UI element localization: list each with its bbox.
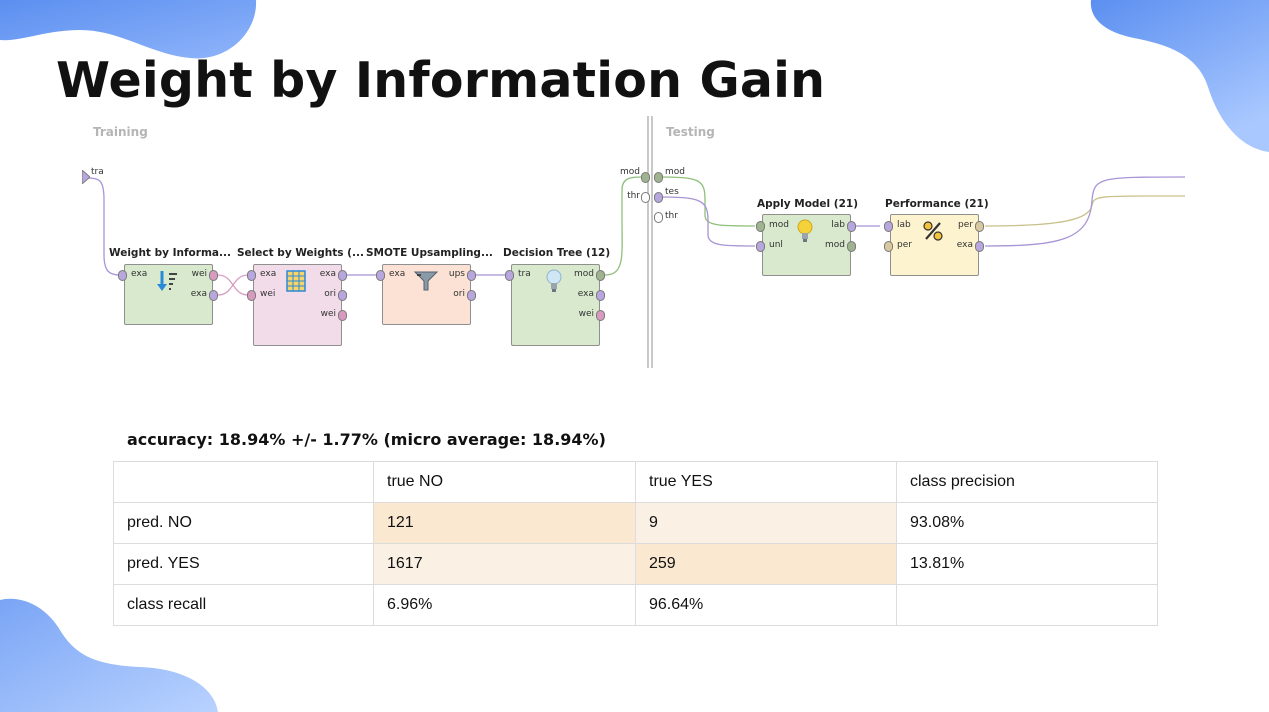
port-label: exa [190, 289, 207, 299]
port-label: lab [831, 220, 845, 230]
process-output-thr-label: thr [627, 191, 640, 201]
output-port-wei[interactable] [596, 310, 605, 321]
port-label: exa [577, 289, 594, 299]
confusion-matrix-table: true NO true YES class precision pred. N… [113, 461, 1158, 626]
port-label: exa [389, 269, 406, 279]
process-input-port-tra[interactable] [82, 170, 90, 184]
table-cell: 259 [635, 543, 897, 585]
header-cell-class-precision: class precision [896, 461, 1158, 503]
operator-title: Apply Model (21) [757, 198, 859, 210]
output-port-lab[interactable] [847, 221, 856, 232]
input-port-unl[interactable] [756, 241, 765, 252]
port-label: ori [324, 289, 336, 299]
output-port-exa[interactable] [596, 290, 605, 301]
port-label: mod [825, 240, 845, 250]
output-port-wei[interactable] [338, 310, 347, 321]
output-port-exa[interactable] [209, 290, 218, 301]
lightbulb-icon [546, 269, 562, 292]
output-port-ori[interactable] [467, 290, 476, 301]
output-port-per[interactable] [975, 221, 984, 232]
table-cell: 13.81% [896, 543, 1158, 585]
port-label: tra [518, 269, 531, 279]
input-port-exa[interactable] [118, 270, 127, 281]
input-port-exa[interactable] [247, 270, 256, 281]
port-label: unl [769, 240, 783, 250]
process-output-mod-label: mod [620, 167, 640, 177]
table-row: pred. NO 121 9 93.08% [113, 502, 1158, 544]
source-thr-label: thr [665, 211, 678, 221]
input-port-lab[interactable] [884, 221, 893, 232]
operator-title: Select by Weights (... [237, 247, 364, 259]
sort-weights-icon [157, 271, 177, 291]
input-port-mod[interactable] [756, 221, 765, 232]
operator-title: Weight by Informa... [109, 247, 231, 259]
output-port-exa[interactable] [975, 241, 984, 252]
port-label: wei [191, 269, 207, 279]
inner-sink-mod-port[interactable] [641, 172, 650, 183]
source-mod-label: mod [665, 167, 685, 177]
port-label: ori [453, 289, 465, 299]
table-cell: 93.08% [896, 502, 1158, 544]
inner-source-tes-port[interactable] [654, 192, 663, 203]
port-label: lab [897, 220, 911, 230]
operator-title: Performance (21) [885, 198, 989, 210]
header-cell [113, 461, 374, 503]
input-port-exa[interactable] [376, 270, 385, 281]
port-label: exa [131, 269, 148, 279]
lightbulb-yellow-icon [797, 219, 813, 242]
operator-title: Decision Tree (12) [503, 247, 611, 259]
table-cell: 1617 [373, 543, 636, 585]
accuracy-summary: accuracy: 18.94% +/- 1.77% (micro averag… [127, 430, 606, 449]
inner-source-mod-port[interactable] [654, 172, 663, 183]
port-label: per [958, 220, 973, 230]
table-row: class recall 6.96% 96.64% [113, 584, 1158, 626]
port-label: exa [260, 269, 277, 279]
port-label: per [897, 240, 912, 250]
operator-title: SMOTE Upsampling... [366, 247, 493, 259]
port-label: ups [448, 269, 465, 279]
table-cell: 121 [373, 502, 636, 544]
input-port-tra[interactable] [505, 270, 514, 281]
table-cell: 96.64% [635, 584, 897, 626]
table-cell: 6.96% [373, 584, 636, 626]
port-label: exa [319, 269, 336, 279]
port-label: wei [578, 309, 594, 319]
header-cell-true-yes: true YES [635, 461, 897, 503]
port-label: mod [574, 269, 594, 279]
output-port-ups[interactable] [467, 270, 476, 281]
output-port-mod[interactable] [596, 270, 605, 281]
table-header-row: true NO true YES class precision [113, 461, 1158, 503]
output-port-wei[interactable] [209, 270, 218, 281]
inner-source-thr-port[interactable] [654, 212, 663, 223]
header-cell-true-no: true NO [373, 461, 636, 503]
row-label-class-recall: class recall [113, 584, 374, 626]
port-label: exa [956, 240, 973, 250]
table-cell: 9 [635, 502, 897, 544]
port-label: mod [769, 220, 789, 230]
funnel-icon [414, 271, 438, 291]
port-label: wei [320, 309, 336, 319]
output-port-mod[interactable] [847, 241, 856, 252]
inner-sink-thr-port[interactable] [641, 192, 650, 203]
output-port-exa[interactable] [338, 270, 347, 281]
port-label: wei [260, 289, 276, 299]
table-row: pred. YES 1617 259 13.81% [113, 543, 1158, 585]
table-cell [896, 584, 1158, 626]
percent-icon [923, 221, 943, 241]
source-tes-label: tes [665, 187, 679, 197]
output-port-ori[interactable] [338, 290, 347, 301]
row-label-pred-yes: pred. YES [113, 543, 374, 585]
input-port-per[interactable] [884, 241, 893, 252]
table-grid-icon [286, 270, 306, 292]
process-input-port-label: tra [91, 167, 104, 177]
input-port-wei[interactable] [247, 290, 256, 301]
row-label-pred-no: pred. NO [113, 502, 374, 544]
